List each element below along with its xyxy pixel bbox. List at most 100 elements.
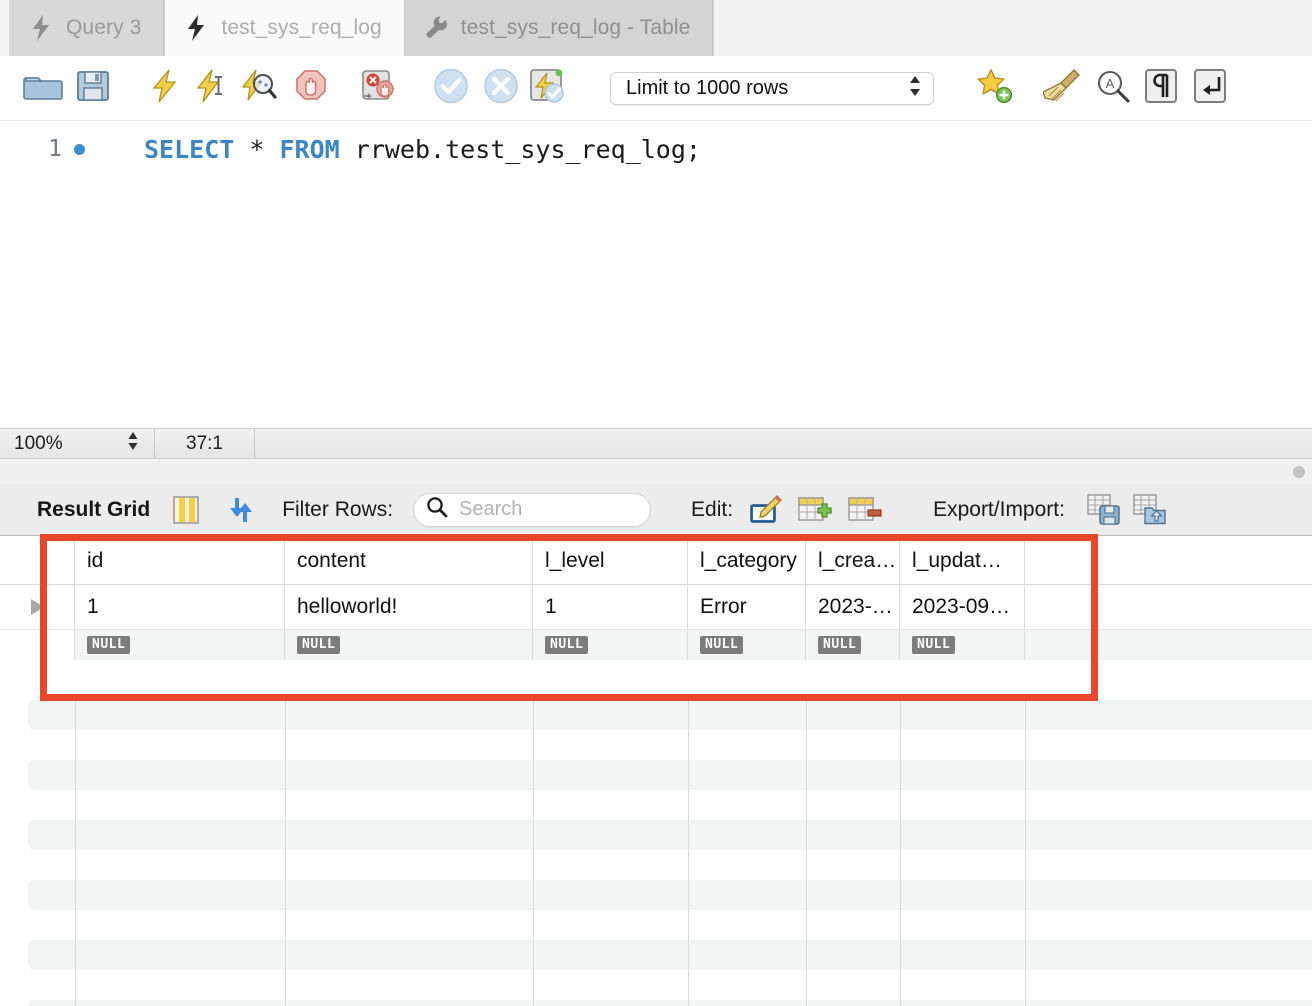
zoom-control[interactable]: 100% <box>0 429 155 458</box>
cell-l-category[interactable]: Error <box>688 585 806 629</box>
chevron-updown-icon <box>907 73 923 104</box>
check-circle-icon <box>432 67 470 110</box>
column-header-l-updat[interactable]: l_updat… <box>900 537 1025 584</box>
tabbar-left-edge <box>0 0 10 56</box>
export-import-label: Export/Import: <box>933 497 1065 521</box>
query-dot-icon[interactable] <box>62 143 96 155</box>
tab-label: test_sys_req_log - Table <box>460 16 691 39</box>
tabbar-empty-space <box>713 0 1312 56</box>
star-plus-icon <box>976 67 1014 109</box>
cell-id[interactable]: NULL <box>75 630 285 660</box>
cell-l-level[interactable]: NULL <box>533 630 688 660</box>
row-marker-cell[interactable] <box>0 630 75 660</box>
toggle-invisible-chars-button[interactable] <box>1140 67 1182 109</box>
column-header-id[interactable]: id <box>75 537 285 584</box>
line-number: 1 <box>48 136 62 162</box>
rollback-button[interactable] <box>480 67 522 109</box>
limit-rows-value: Limit to 1000 rows <box>626 77 789 99</box>
tab-query-3[interactable]: Query 3 <box>10 0 165 56</box>
row-pointer-triangle-icon <box>30 599 44 615</box>
column-header-l-level[interactable]: l_level <box>533 537 688 584</box>
toggle-wrapping-button[interactable] <box>1189 67 1231 109</box>
status-bar-filler <box>255 429 1312 458</box>
sql-editor-area[interactable]: 1 SELECT * FROM rrweb.test_sys_req_log; <box>0 121 1312 428</box>
cell-l-category[interactable]: NULL <box>688 630 806 660</box>
x-circle-icon <box>482 67 520 110</box>
folder-icon <box>23 70 63 107</box>
result-grid[interactable]: id content l_level l_category l_crea… l_… <box>0 537 1312 1006</box>
search-input[interactable]: Search <box>413 492 652 527</box>
cell-l-level[interactable]: 1 <box>533 585 688 629</box>
execute-statement-button[interactable] <box>144 67 186 109</box>
mysql-workbench-window: Query 3 test_sys_req_log test_sys_req_lo… <box>0 0 1312 1006</box>
cell-l-crea[interactable]: NULL <box>806 630 900 660</box>
grid-blank-row[interactable] <box>0 660 1312 698</box>
cell-l-updat[interactable]: 2023-09… <box>900 585 1025 629</box>
result-grid-toolbar: Result Grid Filter Rows: Search Edit: Ex… <box>0 484 1312 536</box>
svg-text:A: A <box>1106 76 1115 91</box>
table-row[interactable]: 1 helloworld! 1 Error 2023-… 2023-09… <box>0 585 1312 630</box>
filter-rows-label: Filter Rows: <box>282 497 394 521</box>
broom-icon <box>1042 68 1083 109</box>
explain-statement-button[interactable] <box>238 67 280 109</box>
floppy-disk-icon <box>76 69 110 108</box>
zoom-value: 100% <box>14 432 63 454</box>
column-header-l-category[interactable]: l_category <box>688 537 806 584</box>
column-header-content[interactable]: content <box>285 537 533 584</box>
sql-keyword-select: SELECT <box>144 134 235 164</box>
toggle-autocommit-button[interactable] <box>527 67 569 109</box>
editor-tab-bar: Query 3 test_sys_req_log test_sys_req_lo… <box>0 0 1312 56</box>
cell-l-updat[interactable]: NULL <box>900 630 1025 660</box>
grid-header-row: id content l_level l_category l_crea… l_… <box>0 537 1312 585</box>
refresh-icon[interactable] <box>226 495 256 525</box>
edit-label: Edit: <box>691 497 734 521</box>
panel-collapse-dot-icon[interactable] <box>1293 466 1305 478</box>
pilcrow-icon <box>1143 68 1179 109</box>
cursor-position: 37:1 <box>155 429 255 458</box>
tab-test-sys-req-log[interactable]: test_sys_req_log <box>164 0 405 56</box>
delete-row-button[interactable] <box>847 495 883 525</box>
table-row[interactable]: NULL NULL NULL NULL NULL NULL <box>0 630 1312 660</box>
save-snippet-button[interactable] <box>974 67 1016 109</box>
lightning-cursor-icon <box>195 69 227 108</box>
editor-status-bar: 100% 37:1 <box>0 428 1312 459</box>
sql-identifier-table: rrweb.test_sys_req_log; <box>354 134 701 164</box>
cell-id[interactable]: 1 <box>75 585 285 629</box>
column-header-l-crea[interactable]: l_crea… <box>806 537 900 584</box>
cell-filler <box>1025 585 1312 629</box>
null-badge: NULL <box>912 636 956 654</box>
stop-on-error-icon <box>360 69 398 108</box>
limit-rows-select[interactable]: Limit to 1000 rows <box>610 72 934 105</box>
sql-keyword-from: FROM <box>279 134 340 164</box>
grid-view-toggle-icon[interactable] <box>172 495 200 525</box>
edit-row-button[interactable] <box>749 494 783 525</box>
wrap-arrow-icon <box>1192 68 1228 109</box>
export-recordset-button[interactable] <box>1087 493 1121 526</box>
cell-l-crea[interactable]: 2023-… <box>806 585 900 629</box>
insert-row-button[interactable] <box>797 495 833 525</box>
cell-content[interactable]: helloworld! <box>285 585 533 629</box>
row-marker-cell[interactable] <box>0 585 75 629</box>
toggle-stop-on-error-button[interactable] <box>358 67 400 109</box>
grid-corner-cell <box>0 537 75 584</box>
result-panel-splitter[interactable] <box>0 459 1312 484</box>
sql-operator-star: * <box>249 134 265 164</box>
stop-hand-icon <box>294 69 328 108</box>
null-badge: NULL <box>545 636 589 654</box>
tab-test-sys-req-log-table[interactable]: test_sys_req_log - Table <box>404 0 714 56</box>
lightning-icon <box>30 14 52 42</box>
find-button[interactable]: A <box>1092 67 1134 109</box>
cursor-position-value: 37:1 <box>186 432 223 454</box>
magnifier-a-icon: A <box>1095 68 1131 109</box>
cell-content[interactable]: NULL <box>285 630 533 660</box>
search-icon <box>426 496 448 523</box>
stop-statement-button[interactable] <box>290 67 332 109</box>
beautify-sql-button[interactable] <box>1042 67 1084 109</box>
open-sql-script-button[interactable] <box>22 67 64 109</box>
tab-label: test_sys_req_log <box>221 16 382 39</box>
null-badge: NULL <box>700 636 744 654</box>
commit-button[interactable] <box>430 67 472 109</box>
import-recordset-button[interactable] <box>1133 493 1167 526</box>
execute-current-statement-button[interactable] <box>190 67 232 109</box>
save-sql-script-button[interactable] <box>72 67 114 109</box>
